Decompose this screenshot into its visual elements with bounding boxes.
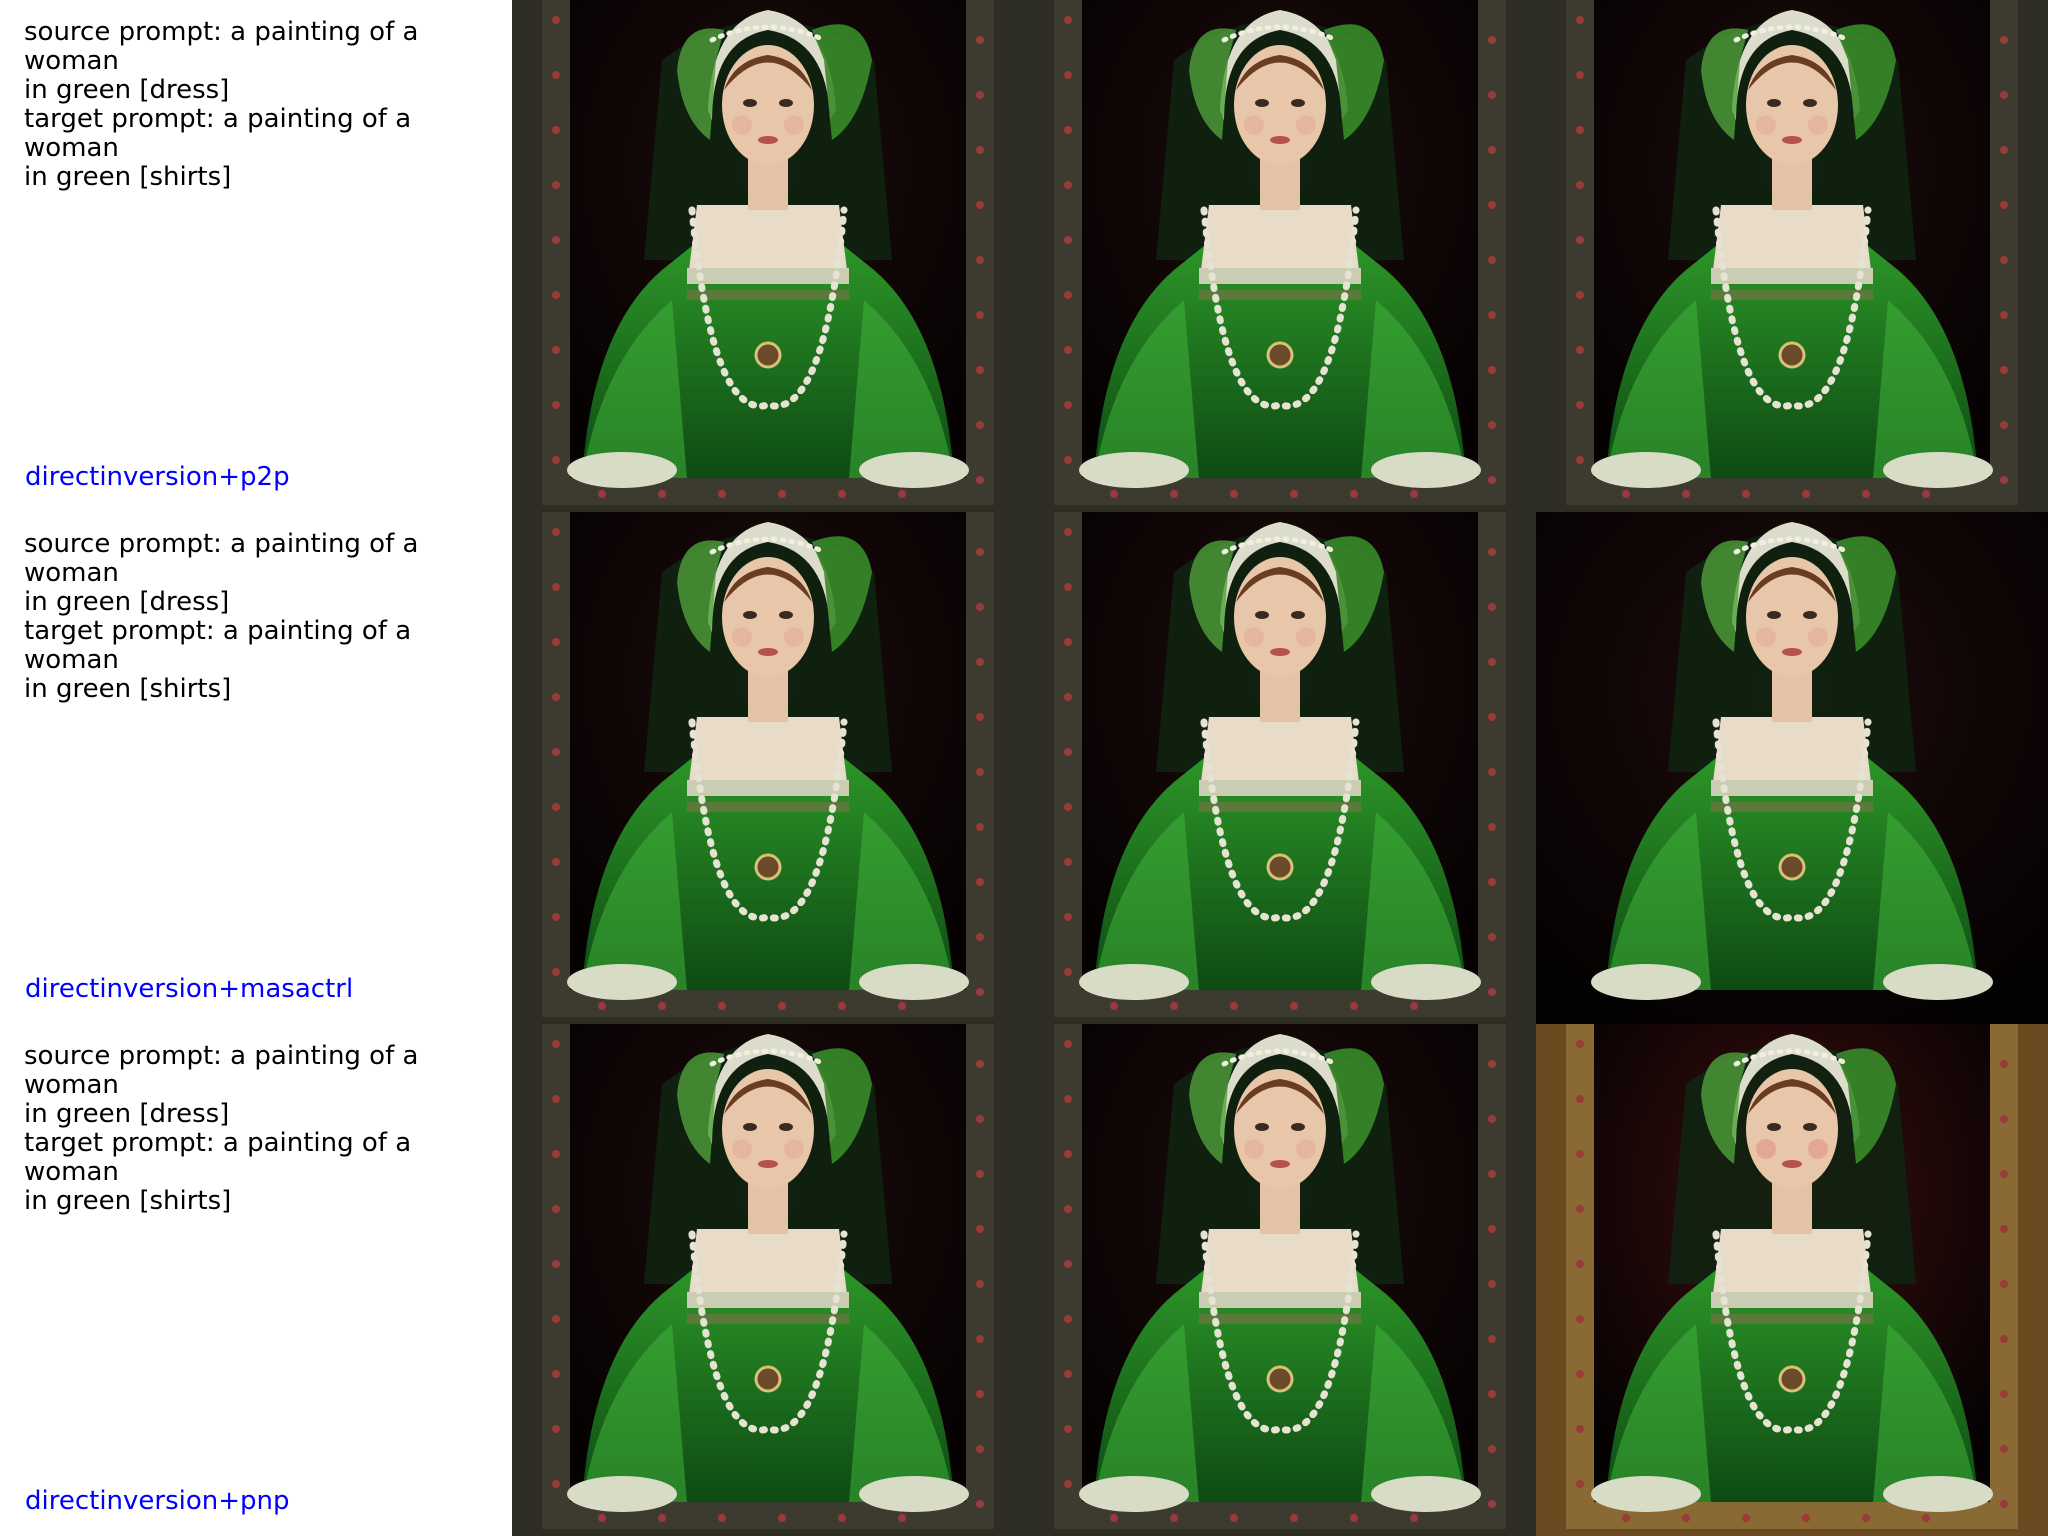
result-row: source prompt: a painting of a woman in … [0,1024,2048,1536]
method-label: directinversion+p2p [25,462,290,492]
reconstruction-image [1024,0,1536,512]
prompt-text: source prompt: a painting of a woman in … [24,1042,510,1216]
row-label-panel: source prompt: a painting of a woman in … [0,0,512,512]
row-label-panel: source prompt: a painting of a woman in … [0,512,512,1024]
method-label: directinversion+pnp [25,1486,290,1516]
reconstruction-image [1024,512,1536,1024]
comparison-grid: source prompt: a painting of a woman in … [0,0,2048,1536]
edited-image [1536,512,2048,1024]
source-prompt: source prompt: a painting of a woman in … [24,17,419,105]
method-label: directinversion+masactrl [25,974,354,1004]
reconstruction-image [1024,1024,1536,1536]
target-prompt: target prompt: a painting of a woman in … [24,104,412,192]
prompt-text: source prompt: a painting of a woman in … [24,530,510,704]
edited-image [1536,1024,2048,1536]
prompt-text: source prompt: a painting of a woman in … [24,18,510,192]
source-image [512,0,1024,512]
result-row: source prompt: a painting of a woman in … [0,0,2048,512]
source-prompt: source prompt: a painting of a woman in … [24,529,419,617]
target-prompt: target prompt: a painting of a woman in … [24,616,412,704]
source-prompt: source prompt: a painting of a woman in … [24,1041,419,1129]
target-prompt: target prompt: a painting of a woman in … [24,1128,412,1216]
source-image [512,512,1024,1024]
edited-image [1536,0,2048,512]
source-image [512,1024,1024,1536]
result-row: source prompt: a painting of a woman in … [0,512,2048,1024]
row-label-panel: source prompt: a painting of a woman in … [0,1024,512,1536]
